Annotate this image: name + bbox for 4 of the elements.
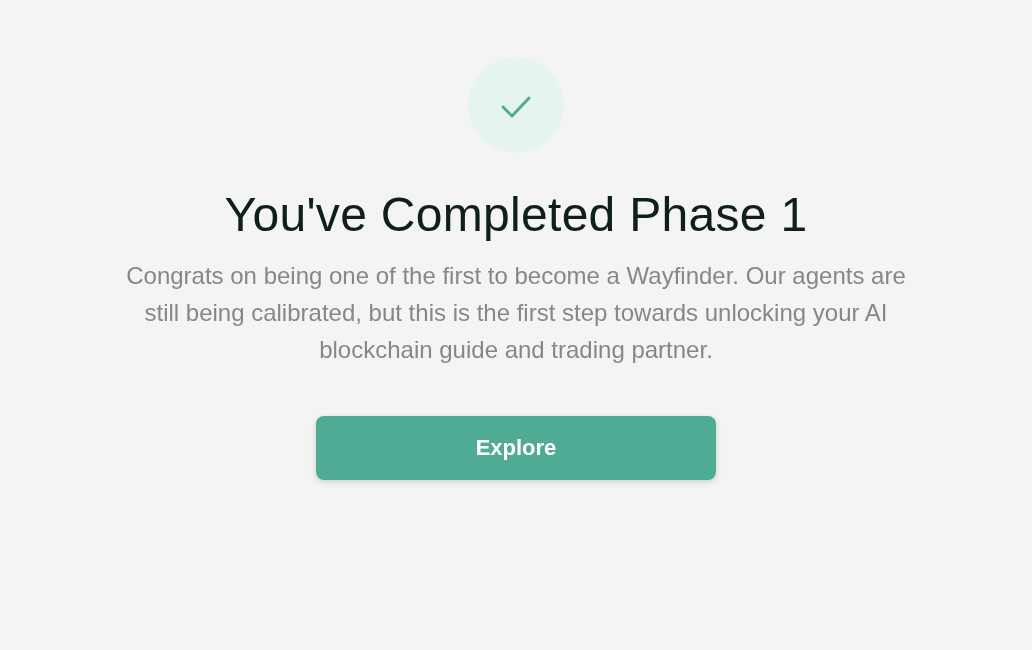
check-icon xyxy=(468,57,564,153)
page-title: You've Completed Phase 1 xyxy=(224,187,808,243)
explore-button[interactable]: Explore xyxy=(316,416,716,480)
message-text: Congrats on being one of the first to become a Wayfinder. Our agents are still being calibrated, but this is the first step towards unlocking your AI blockchain guide and trading partner. xyxy=(125,261,907,365)
